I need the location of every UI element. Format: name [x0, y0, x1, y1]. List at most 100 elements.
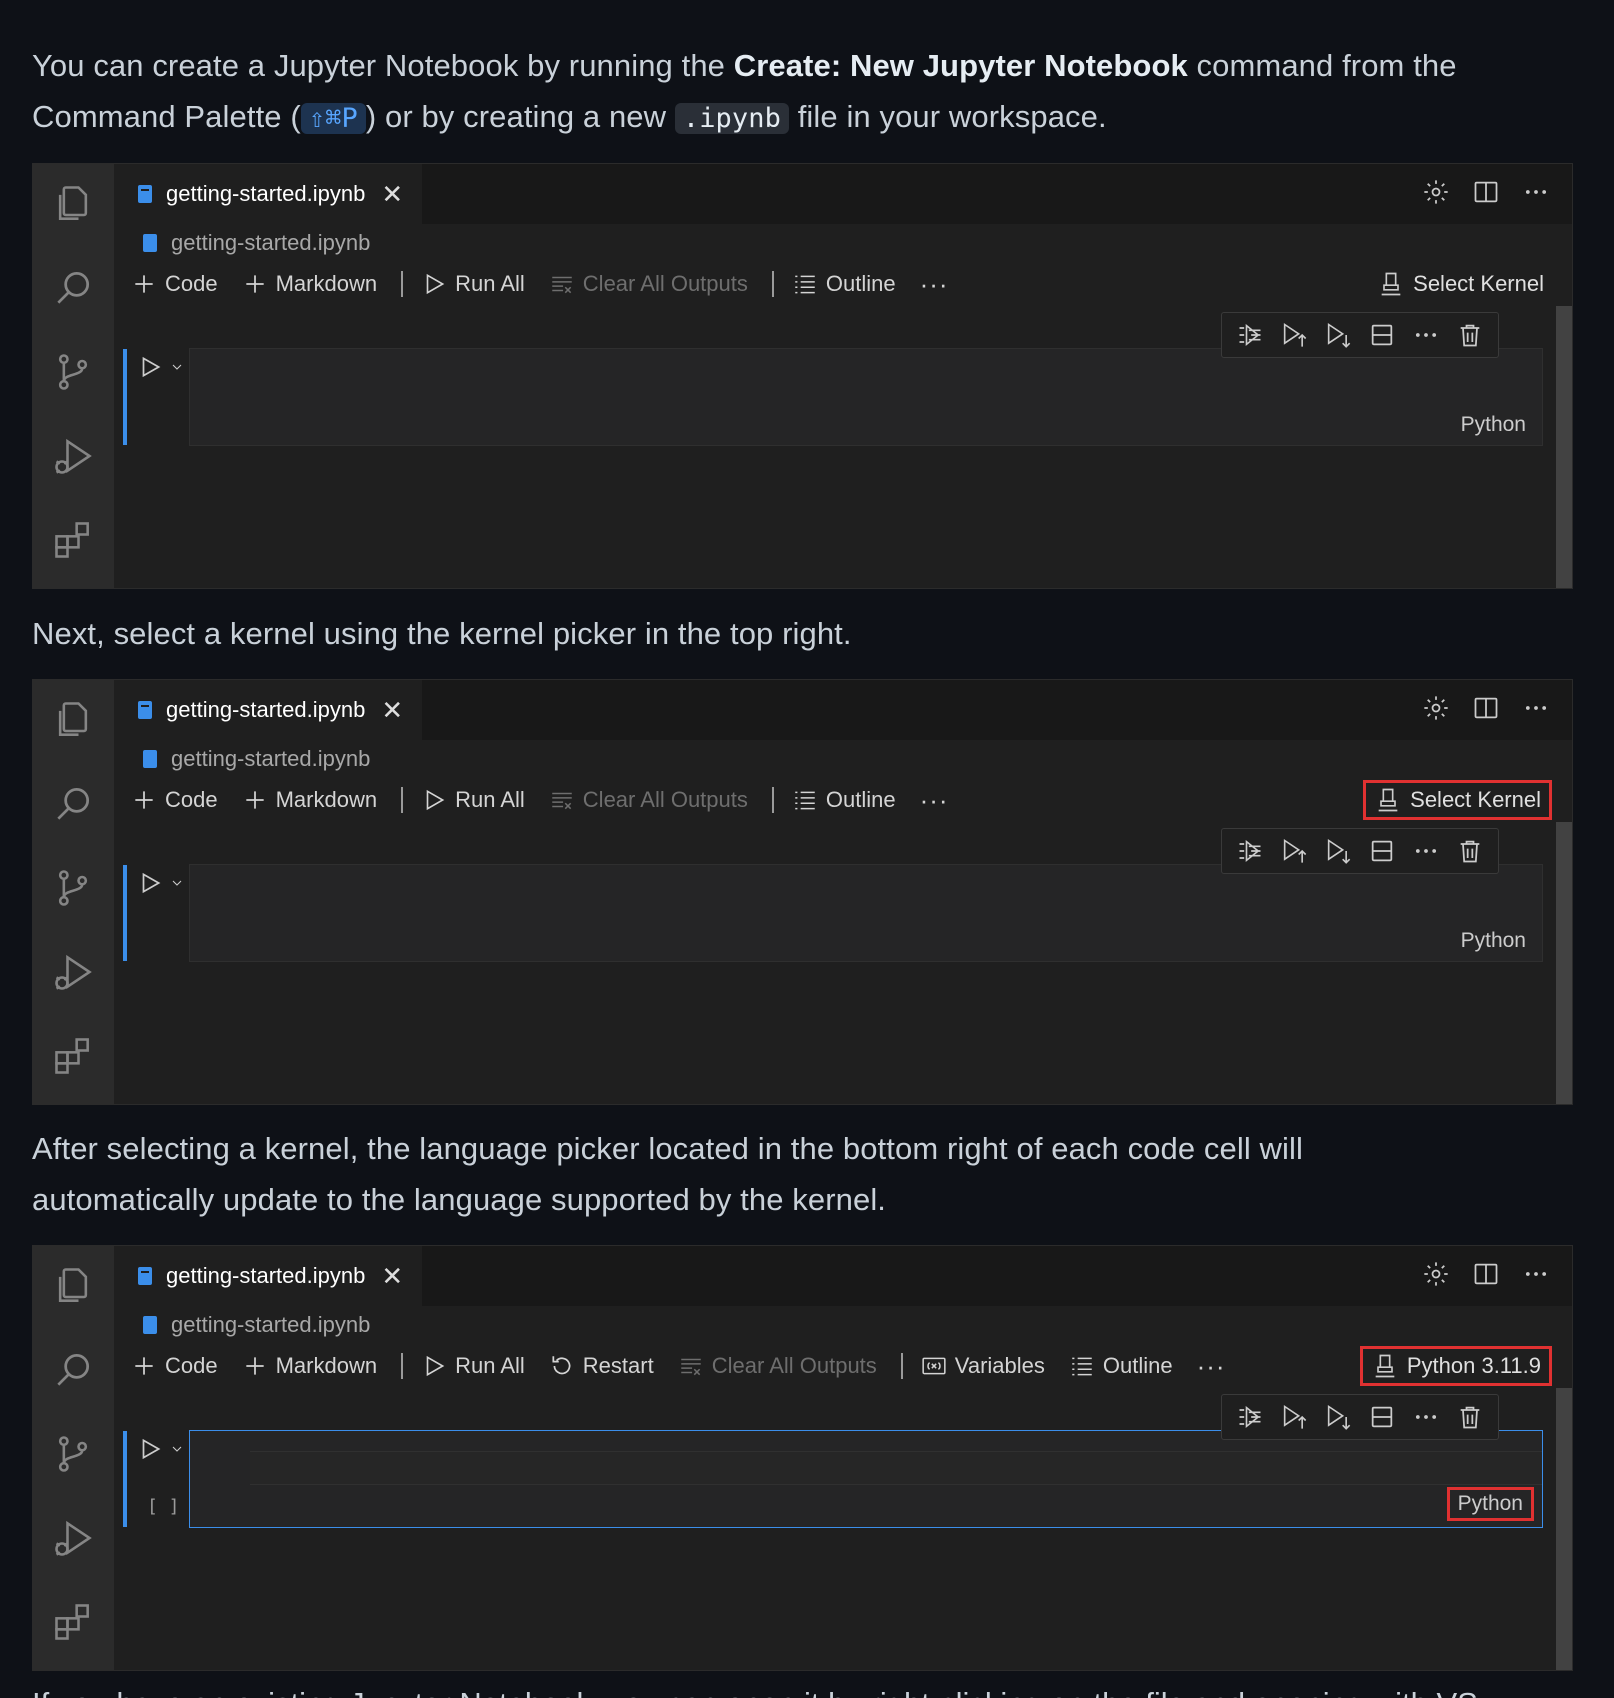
outline-button[interactable]: Outline — [1069, 1353, 1173, 1379]
editor-scrollbar[interactable] — [1556, 1388, 1572, 1670]
execute-cell-and-above-icon[interactable] — [1279, 320, 1309, 350]
kernel-label: Python 3.11.9 — [1406, 1353, 1541, 1378]
code-cell-editor[interactable]: Python — [189, 1430, 1543, 1528]
more-actions-icon[interactable] — [1522, 178, 1550, 206]
restart-button[interactable]: Restart — [549, 1353, 654, 1379]
close-icon[interactable]: ✕ — [381, 695, 403, 726]
search-icon[interactable] — [51, 1348, 95, 1392]
clear-all-outputs-button[interactable]: Clear All Outputs — [678, 1353, 877, 1379]
split-cell-icon[interactable] — [1367, 320, 1397, 350]
execute-cell-and-above-icon[interactable] — [1279, 836, 1309, 866]
source-control-icon[interactable] — [51, 350, 95, 394]
execute-cell-and-above-icon[interactable] — [1279, 1402, 1309, 1432]
run-debug-icon[interactable] — [51, 1516, 95, 1560]
kernel-picker-button[interactable]: Python 3.11.9 — [1359, 1346, 1552, 1386]
run-debug-icon[interactable] — [51, 434, 95, 478]
add-markdown-cell-button[interactable]: Markdown — [242, 1353, 377, 1379]
cell-focus-indicator — [123, 1431, 127, 1527]
chevron-down-icon[interactable] — [163, 875, 185, 891]
execute-cell-and-below-icon[interactable] — [1323, 836, 1353, 866]
clear-all-outputs-button[interactable]: Clear All Outputs — [549, 271, 748, 297]
split-editor-icon[interactable] — [1472, 1260, 1500, 1288]
close-icon[interactable]: ✕ — [381, 179, 403, 210]
execute-cell-and-below-icon[interactable] — [1323, 320, 1353, 350]
split-editor-icon[interactable] — [1472, 178, 1500, 206]
search-icon[interactable] — [51, 782, 95, 826]
cell-run-button[interactable] — [137, 870, 185, 896]
run-all-button[interactable]: Run All — [421, 271, 525, 297]
execute-above-icon[interactable] — [1235, 1402, 1265, 1432]
run-cell-icon[interactable] — [137, 1436, 163, 1462]
cell-language-picker[interactable]: Python — [1446, 1487, 1534, 1521]
cell-execution-count: [ ] — [147, 1496, 180, 1517]
delete-cell-icon[interactable] — [1455, 1402, 1485, 1432]
chevron-down-icon[interactable] — [163, 1441, 185, 1457]
add-code-cell-button[interactable]: Code — [131, 271, 218, 297]
extensions-icon[interactable] — [51, 518, 95, 562]
run-debug-icon[interactable] — [51, 950, 95, 994]
toolbar-more-button[interactable]: ··· — [920, 785, 949, 816]
split-editor-icon[interactable] — [1472, 694, 1500, 722]
editor-tab[interactable]: getting-started.ipynb ✕ — [114, 1246, 422, 1306]
variables-button[interactable]: Variables — [921, 1353, 1045, 1379]
cell-more-icon[interactable] — [1411, 1402, 1441, 1432]
execute-above-icon[interactable] — [1235, 320, 1265, 350]
extensions-icon[interactable] — [51, 1034, 95, 1078]
chevron-down-icon[interactable] — [163, 359, 185, 375]
editor-scrollbar[interactable] — [1556, 306, 1572, 588]
breadcrumb[interactable]: getting-started.ipynb — [143, 1312, 370, 1338]
cell-run-button[interactable] — [137, 1436, 185, 1462]
run-all-button[interactable]: Run All — [421, 787, 525, 813]
command-name: Create: New Jupyter Notebook — [733, 48, 1188, 83]
delete-cell-icon[interactable] — [1455, 320, 1485, 350]
add-code-cell-button[interactable]: Code — [131, 1353, 218, 1379]
source-control-icon[interactable] — [51, 1432, 95, 1476]
code-cell-editor[interactable]: Python — [189, 864, 1543, 962]
explorer-icon[interactable] — [51, 698, 95, 742]
run-all-button[interactable]: Run All — [421, 1353, 525, 1379]
search-icon[interactable] — [51, 266, 95, 310]
breadcrumb[interactable]: getting-started.ipynb — [143, 746, 370, 772]
execute-cell-and-below-icon[interactable] — [1323, 1402, 1353, 1432]
cell-language-picker[interactable]: Python — [1453, 411, 1534, 439]
explorer-icon[interactable] — [51, 1264, 95, 1308]
outline-button[interactable]: Outline — [792, 271, 896, 297]
add-markdown-cell-button[interactable]: Markdown — [242, 271, 377, 297]
split-cell-icon[interactable] — [1367, 836, 1397, 866]
cell-more-icon[interactable] — [1411, 836, 1441, 866]
breadcrumb[interactable]: getting-started.ipynb — [143, 230, 370, 256]
cell-more-icon[interactable] — [1411, 320, 1441, 350]
cell-language-picker[interactable]: Python — [1453, 927, 1534, 955]
kernel-picker-button[interactable]: Select Kernel — [1363, 780, 1552, 820]
toolbar-more-button[interactable]: ··· — [920, 269, 949, 300]
code-cell-editor[interactable]: Python — [189, 348, 1543, 446]
delete-cell-icon[interactable] — [1455, 836, 1485, 866]
kernel-picker-button[interactable]: Select Kernel — [1369, 264, 1552, 304]
explorer-icon[interactable] — [51, 182, 95, 226]
more-actions-icon[interactable] — [1522, 694, 1550, 722]
tab-label: getting-started.ipynb — [166, 181, 366, 206]
run-cell-icon[interactable] — [137, 354, 163, 380]
split-cell-icon[interactable] — [1367, 1402, 1397, 1432]
extensions-icon[interactable] — [51, 1600, 95, 1644]
source-control-icon[interactable] — [51, 866, 95, 910]
add-code-cell-button[interactable]: Code — [131, 787, 218, 813]
editor-scrollbar[interactable] — [1556, 822, 1572, 1104]
editor-tab[interactable]: getting-started.ipynb ✕ — [114, 164, 422, 224]
add-markdown-cell-button[interactable]: Markdown — [242, 787, 377, 813]
toolbar-more-button[interactable]: ··· — [1197, 1351, 1226, 1382]
settings-gear-icon[interactable] — [1422, 694, 1450, 722]
settings-gear-icon[interactable] — [1422, 1260, 1450, 1288]
run-cell-icon[interactable] — [137, 870, 163, 896]
execute-above-icon[interactable] — [1235, 836, 1265, 866]
outline-icon — [1069, 1353, 1103, 1379]
clear-all-outputs-button[interactable]: Clear All Outputs — [549, 787, 748, 813]
outline-button[interactable]: Outline — [792, 787, 896, 813]
settings-gear-icon[interactable] — [1422, 178, 1450, 206]
close-icon[interactable]: ✕ — [381, 1261, 403, 1292]
cell-run-button[interactable] — [137, 354, 185, 380]
more-actions-icon[interactable] — [1522, 1260, 1550, 1288]
editor-tab[interactable]: getting-started.ipynb ✕ — [114, 680, 422, 740]
activity-bar — [33, 1246, 114, 1670]
clear-outputs-icon — [549, 271, 583, 297]
